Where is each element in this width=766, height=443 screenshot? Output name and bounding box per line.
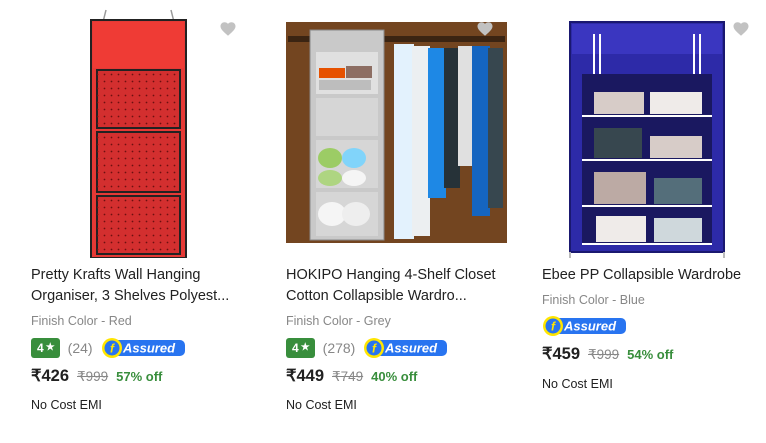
star-icon: ★ — [45, 342, 55, 353]
rating-row: 4 ★ (24) f Assured — [31, 337, 187, 359]
product-card-2[interactable]: HOKIPO Hanging 4-Shelf Closet Cotton Col… — [286, 0, 526, 443]
no-cost-emi: No Cost EMI — [286, 398, 357, 412]
mrp-price: ₹749 — [332, 369, 364, 384]
product-title-line-1[interactable]: HOKIPO Hanging 4-Shelf Closet — [286, 265, 526, 286]
product-title-line-1[interactable]: Ebee PP Collapsible Wardrobe — [542, 265, 766, 286]
wishlist-heart-icon[interactable] — [219, 20, 237, 38]
wishlist-heart-icon[interactable] — [732, 20, 750, 38]
flipkart-assured-icon: f Assured — [543, 316, 626, 336]
assured-label: Assured — [384, 341, 438, 356]
flipkart-assured-icon: f Assured — [364, 338, 448, 358]
price-row: ₹459 ₹999 54% off — [542, 344, 673, 364]
rating-count: (24) — [67, 340, 93, 356]
finish-color: Finish Color - Blue — [542, 293, 645, 307]
rating-row: 4 ★ (278) f Assured — [286, 337, 449, 359]
rating-count: (278) — [322, 340, 356, 356]
product-title[interactable]: HOKIPO Hanging 4-Shelf Closet Cotton Col… — [286, 265, 526, 307]
rating-row: f Assured — [542, 315, 628, 337]
mrp-price: ₹999 — [588, 347, 620, 362]
finish-color: Finish Color - Red — [31, 314, 132, 328]
rating-value: 4 — [292, 341, 299, 355]
assured-label: Assured — [122, 341, 176, 356]
price-row: ₹449 ₹749 40% off — [286, 366, 417, 386]
product-title-line-2[interactable]: Organiser, 3 Shelves Polyest... — [31, 286, 271, 307]
no-cost-emi: No Cost EMI — [542, 377, 613, 391]
product-image-1[interactable] — [31, 8, 271, 259]
rating-badge: 4 ★ — [31, 338, 60, 358]
discount-percent: 54% off — [627, 347, 674, 362]
discount-percent: 57% off — [116, 369, 163, 384]
selling-price: ₹459 — [542, 345, 581, 363]
product-title-line-2[interactable]: Cotton Collapsible Wardro... — [286, 286, 526, 307]
product-image-3[interactable] — [542, 8, 766, 258]
product-card-3[interactable]: Ebee PP Collapsible Wardrobe Finish Colo… — [542, 0, 766, 443]
product-title[interactable]: Pretty Krafts Wall Hanging Organiser, 3 … — [31, 265, 271, 307]
assured-label: Assured — [563, 319, 617, 334]
mrp-price: ₹999 — [77, 369, 109, 384]
star-icon: ★ — [300, 342, 310, 353]
wishlist-heart-icon[interactable] — [476, 20, 494, 38]
finish-color: Finish Color - Grey — [286, 314, 391, 328]
product-title-line-1[interactable]: Pretty Krafts Wall Hanging — [31, 265, 271, 286]
rating-badge: 4 ★ — [286, 338, 315, 358]
assured-badge: f Assured — [542, 316, 628, 336]
product-title[interactable]: Ebee PP Collapsible Wardrobe — [542, 265, 766, 286]
product-image-2[interactable] — [286, 8, 526, 258]
discount-percent: 40% off — [371, 369, 418, 384]
flipkart-assured-icon: f Assured — [101, 338, 185, 358]
product-card-1[interactable]: Pretty Krafts Wall Hanging Organiser, 3 … — [31, 0, 271, 443]
rating-value: 4 — [37, 341, 44, 355]
price-row: ₹426 ₹999 57% off — [31, 366, 162, 386]
assured-badge: f Assured — [101, 338, 187, 358]
selling-price: ₹426 — [31, 367, 70, 385]
no-cost-emi: No Cost EMI — [31, 398, 102, 412]
selling-price: ₹449 — [286, 367, 325, 385]
assured-badge: f Assured — [363, 338, 449, 358]
